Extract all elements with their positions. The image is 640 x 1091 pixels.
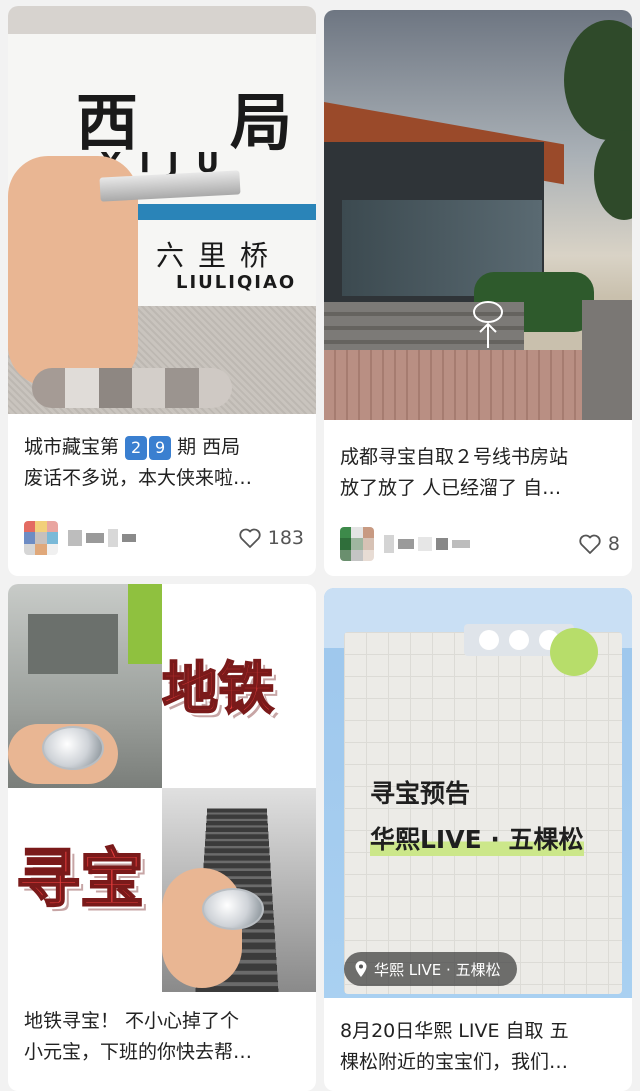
- photo-escalator: [162, 788, 316, 992]
- feed-card[interactable]: 西 局 XIJU 六里桥 LIULIQIAO 城市藏宝第 29 期 西局 废话不…: [8, 6, 316, 576]
- sticker-panel: 寻宝: [8, 788, 162, 992]
- like-button[interactable]: 8: [578, 533, 620, 555]
- heart-icon: [579, 534, 601, 554]
- title-text: 地铁寻宝！ 不小心掉了个: [24, 1010, 240, 1032]
- poster-headline: 寻宝预告: [370, 779, 471, 808]
- digit-badge: 9: [149, 436, 172, 460]
- card-title[interactable]: 8月20日华熙 LIVE 自取 五 棵松附近的宝宝们，我们…: [340, 1016, 620, 1078]
- avatar[interactable]: [24, 521, 58, 555]
- sticker-text: 地铁: [162, 656, 275, 723]
- card-title[interactable]: 城市藏宝第 29 期 西局 废话不多说，本大侠来啦…: [24, 432, 304, 494]
- title-text: 放了放了 人已经溜了 自…: [340, 477, 562, 499]
- digit-badge: 2: [125, 436, 148, 460]
- title-text: 棵松附近的宝宝们，我们…: [340, 1051, 569, 1073]
- card-cover-image[interactable]: 地铁 寻宝: [8, 584, 316, 992]
- title-text: 8月20日华熙 LIVE 自取 五: [340, 1020, 569, 1042]
- like-count: 183: [267, 527, 304, 549]
- feed-card[interactable]: 寻宝预告 华熙LIVE · 五棵松 华熙 LIVE · 五棵松 8月20日华熙 …: [324, 588, 632, 1091]
- like-count: 8: [607, 533, 620, 555]
- heart-icon: [239, 528, 261, 548]
- grid-paper: [344, 632, 622, 994]
- green-dot: [550, 628, 598, 676]
- avatar[interactable]: [340, 527, 374, 561]
- card-cover-image[interactable]: [324, 10, 632, 420]
- card-cover-image[interactable]: 西 局 XIJU 六里桥 LIULIQIAO: [8, 6, 316, 414]
- title-text: 城市藏宝第: [24, 436, 126, 458]
- title-text: 期 西局: [171, 436, 241, 458]
- card-title[interactable]: 成都寻宝自取２号线书房站 放了放了 人已经溜了 自…: [340, 442, 620, 504]
- feed-card[interactable]: 成都寻宝自取２号线书房站 放了放了 人已经溜了 自… 8: [324, 10, 632, 576]
- card-cover-image[interactable]: 寻宝预告 华熙LIVE · 五棵松 华熙 LIVE · 五棵松: [324, 588, 632, 998]
- author-name-blurred[interactable]: [68, 529, 136, 547]
- feed-card[interactable]: 地铁 寻宝 地铁寻宝！ 不小心掉了个 小元宝，下班的你快去帮…: [8, 584, 316, 1091]
- like-button[interactable]: 183: [238, 527, 304, 549]
- hand-drawn-marker: [473, 301, 503, 348]
- silver-coin: [42, 726, 104, 770]
- station-name-char: 局: [230, 86, 293, 159]
- title-text: 废话不多说，本大侠来啦…: [24, 467, 253, 489]
- blurred-watermark: [32, 368, 232, 408]
- location-tag[interactable]: 华熙 LIVE · 五棵松: [344, 952, 517, 986]
- author-name-blurred[interactable]: [384, 535, 470, 553]
- road: [582, 300, 632, 420]
- location-pin-icon: [355, 961, 367, 977]
- location-name: 华熙 LIVE · 五棵松: [374, 960, 501, 979]
- author-row: 8: [340, 524, 620, 564]
- title-text: 成都寻宝自取２号线书房站: [340, 446, 569, 468]
- next-station-latin: LIULIQIAO: [176, 272, 297, 293]
- poster-subheadline: 华熙LIVE · 五棵松: [370, 820, 584, 856]
- card-title[interactable]: 地铁寻宝！ 不小心掉了个 小元宝，下班的你快去帮…: [24, 1006, 304, 1068]
- title-text: 小元宝，下班的你快去帮…: [24, 1041, 253, 1063]
- sticker-text: 寻宝: [15, 842, 145, 918]
- sticker-panel: 地铁: [162, 584, 316, 788]
- next-station-name: 六里桥: [156, 239, 283, 272]
- author-row: 183: [24, 518, 304, 558]
